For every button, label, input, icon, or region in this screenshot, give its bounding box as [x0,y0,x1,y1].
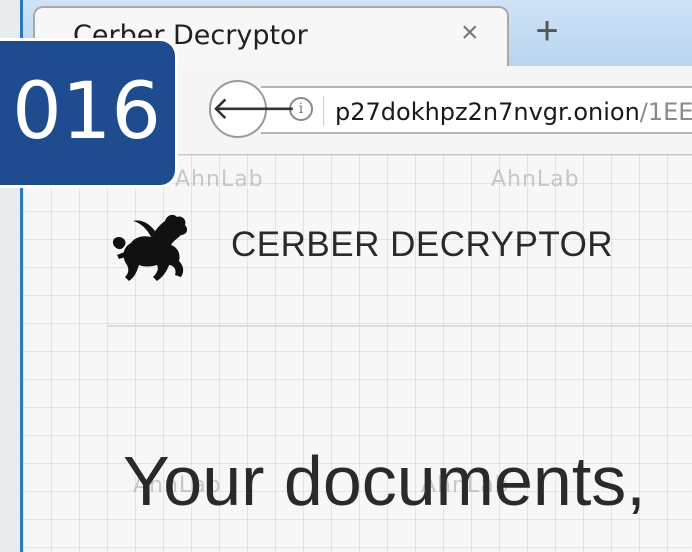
page-content: AhnLab AhnLab AhnLab AhnLab CERBER DECRY… [23,155,692,552]
url-host: p27dokhpz2n7nvgr.onion [335,98,640,126]
watermark: AhnLab [175,167,264,192]
address-separator [323,96,324,126]
new-tab-button[interactable]: + [523,10,571,58]
back-arrow-icon: 🡐 [211,90,297,126]
watermark: AhnLab [491,167,580,192]
url-path: /1EEA [639,98,692,126]
back-button[interactable]: 🡐 [209,80,297,138]
headline: Your documents, [123,442,646,520]
year-badge: 016 [0,38,178,188]
divider [107,325,692,327]
site-title: CERBER DECRYPTOR [231,225,614,264]
griffin-horse-logo-icon [112,214,188,281]
address-bar[interactable]: i p27dokhpz2n7nvgr.onion/1EEA [261,86,692,134]
close-icon[interactable]: × [461,18,479,48]
url-text[interactable]: p27dokhpz2n7nvgr.onion/1EEA [335,98,692,126]
year-label: 016 [12,67,161,157]
